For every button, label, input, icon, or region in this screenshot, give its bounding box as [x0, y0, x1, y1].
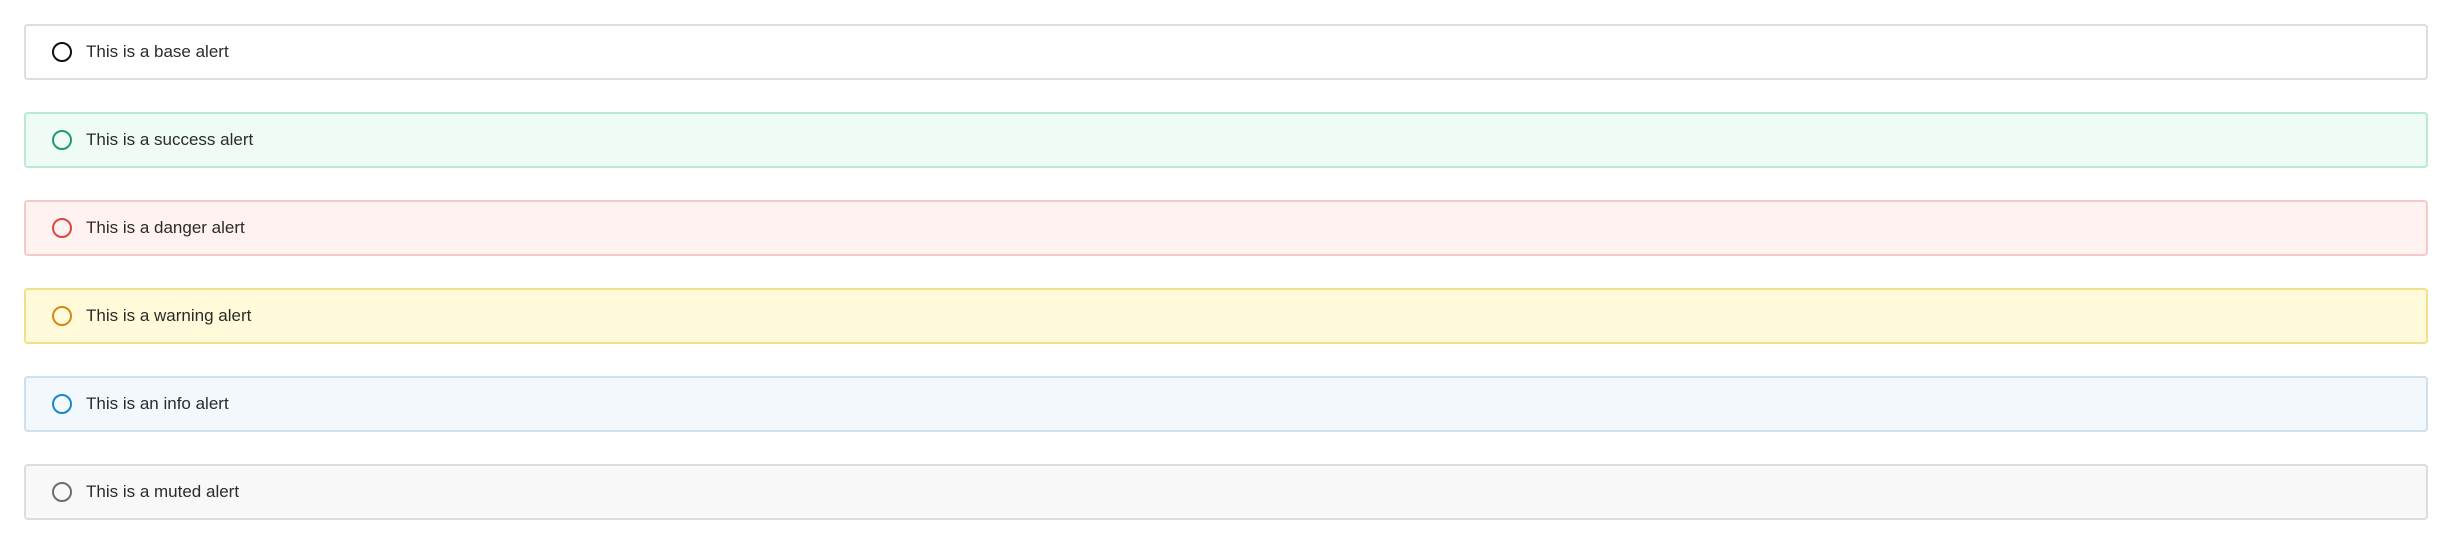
alert-danger: This is a danger alert	[24, 200, 2428, 256]
alert-stack: This is a base alert This is a success a…	[0, 0, 2452, 544]
circle-outline-icon	[52, 130, 72, 150]
circle-outline-icon	[52, 306, 72, 326]
circle-outline-icon	[52, 218, 72, 238]
circle-outline-icon	[52, 482, 72, 502]
alert-info: This is an info alert	[24, 376, 2428, 432]
alert-muted: This is a muted alert	[24, 464, 2428, 520]
alert-text: This is a base alert	[86, 42, 229, 61]
alert-text: This is a muted alert	[86, 482, 240, 501]
circle-outline-icon	[52, 394, 72, 414]
alert-text: This is a danger alert	[86, 218, 245, 237]
alert-success: This is a success alert	[24, 112, 2428, 168]
circle-outline-icon	[52, 42, 72, 62]
alert-warning: This is a warning alert	[24, 288, 2428, 344]
alert-text: This is an info alert	[86, 394, 229, 413]
alert-text: This is a warning alert	[86, 306, 252, 325]
alert-base: This is a base alert	[24, 24, 2428, 80]
alert-text: This is a success alert	[86, 130, 254, 149]
